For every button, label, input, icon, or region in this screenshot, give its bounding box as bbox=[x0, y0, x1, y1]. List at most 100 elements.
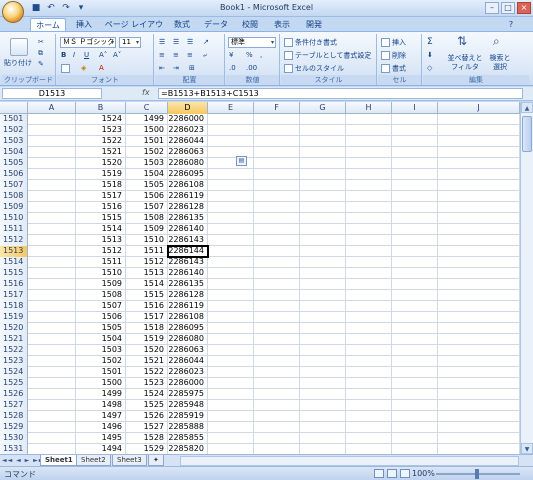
cell-j[interactable] bbox=[438, 202, 520, 213]
cell-b[interactable]: 1502 bbox=[76, 356, 126, 367]
column-header-d[interactable]: D bbox=[168, 102, 208, 114]
scroll-down-icon[interactable]: ▼ bbox=[521, 443, 533, 454]
cell-a[interactable] bbox=[28, 279, 76, 290]
cell-f[interactable] bbox=[254, 169, 300, 180]
cell-i[interactable] bbox=[392, 290, 438, 301]
number-format-select[interactable]: 標準 bbox=[228, 37, 276, 48]
underline-icon[interactable]: U bbox=[84, 51, 89, 60]
sort-filter-icon[interactable]: ⇅ bbox=[457, 35, 467, 47]
cell-i[interactable] bbox=[392, 367, 438, 378]
cell-d[interactable]: 2286000 bbox=[168, 378, 208, 389]
cell-d[interactable]: 2286108 bbox=[168, 180, 208, 191]
cell-f[interactable] bbox=[254, 290, 300, 301]
cell-e[interactable] bbox=[208, 356, 254, 367]
cell-h[interactable] bbox=[346, 356, 392, 367]
cell-d[interactable]: 2286023 bbox=[168, 125, 208, 136]
cell-e[interactable] bbox=[208, 367, 254, 378]
tab-insert[interactable]: 挿入 bbox=[70, 18, 98, 32]
cell-d[interactable]: 2286063 bbox=[168, 147, 208, 158]
cell-b[interactable]: 1503 bbox=[76, 345, 126, 356]
cell-c[interactable]: 1512 bbox=[126, 257, 168, 268]
cell-d[interactable]: 2286143 bbox=[168, 235, 208, 246]
cell-f[interactable] bbox=[254, 312, 300, 323]
zoom-slider-thumb[interactable] bbox=[475, 469, 479, 479]
cell-c[interactable]: 1509 bbox=[126, 224, 168, 235]
row-header[interactable]: 1504 bbox=[0, 147, 28, 158]
name-box[interactable]: D1513 bbox=[2, 88, 102, 99]
find-select-icon[interactable]: ⌕ bbox=[493, 35, 500, 47]
cell-c[interactable]: 1499 bbox=[126, 114, 168, 125]
cell-e[interactable] bbox=[208, 334, 254, 345]
cell-j[interactable] bbox=[438, 169, 520, 180]
cell-a[interactable] bbox=[28, 158, 76, 169]
cell-e[interactable] bbox=[208, 257, 254, 268]
cell-e[interactable] bbox=[208, 389, 254, 400]
cell-d[interactable]: 2285975 bbox=[168, 389, 208, 400]
conditional-format-button[interactable]: 条件付き書式 bbox=[284, 38, 337, 48]
tab-data[interactable]: データ bbox=[198, 18, 234, 32]
cell-a[interactable] bbox=[28, 334, 76, 345]
row-header[interactable]: 1520 bbox=[0, 323, 28, 334]
cell-c[interactable]: 1510 bbox=[126, 235, 168, 246]
cell-h[interactable] bbox=[346, 312, 392, 323]
align-left-icon[interactable]: ≡ bbox=[159, 51, 165, 60]
increase-decimal-icon[interactable]: .0 bbox=[229, 64, 236, 73]
row-header[interactable]: 1526 bbox=[0, 389, 28, 400]
cell-a[interactable] bbox=[28, 367, 76, 378]
cell-a[interactable] bbox=[28, 114, 76, 125]
cell-j[interactable] bbox=[438, 268, 520, 279]
row-header[interactable]: 1525 bbox=[0, 378, 28, 389]
cell-a[interactable] bbox=[28, 169, 76, 180]
column-header-j[interactable]: J bbox=[438, 102, 520, 114]
cell-d[interactable]: 2286095 bbox=[168, 169, 208, 180]
cell-e[interactable] bbox=[208, 136, 254, 147]
cell-e[interactable] bbox=[208, 180, 254, 191]
cell-d[interactable]: 2286128 bbox=[168, 290, 208, 301]
cell-h[interactable] bbox=[346, 136, 392, 147]
cell-b[interactable]: 1497 bbox=[76, 411, 126, 422]
cell-j[interactable] bbox=[438, 136, 520, 147]
cell-c[interactable]: 1528 bbox=[126, 433, 168, 444]
row-header[interactable]: 1528 bbox=[0, 411, 28, 422]
cell-d[interactable]: 2286128 bbox=[168, 202, 208, 213]
cell-h[interactable] bbox=[346, 213, 392, 224]
column-header-f[interactable]: F bbox=[254, 102, 300, 114]
minimize-icon[interactable]: – bbox=[485, 2, 499, 14]
cell-j[interactable] bbox=[438, 114, 520, 125]
cell-b[interactable]: 1511 bbox=[76, 257, 126, 268]
cell-c[interactable]: 1508 bbox=[126, 213, 168, 224]
cell-c[interactable]: 1507 bbox=[126, 202, 168, 213]
cell-c[interactable]: 1525 bbox=[126, 400, 168, 411]
cell-f[interactable] bbox=[254, 279, 300, 290]
merge-center-icon[interactable]: ⊞ bbox=[189, 64, 195, 73]
cell-g[interactable] bbox=[300, 235, 346, 246]
cell-f[interactable] bbox=[254, 180, 300, 191]
row-header[interactable]: 1529 bbox=[0, 422, 28, 433]
cell-a[interactable] bbox=[28, 323, 76, 334]
cell-h[interactable] bbox=[346, 411, 392, 422]
cell-h[interactable] bbox=[346, 444, 392, 454]
cell-j[interactable] bbox=[438, 411, 520, 422]
cell-f[interactable] bbox=[254, 411, 300, 422]
cell-i[interactable] bbox=[392, 312, 438, 323]
cell-e[interactable] bbox=[208, 147, 254, 158]
cell-d[interactable]: 2286044 bbox=[168, 356, 208, 367]
cell-a[interactable] bbox=[28, 224, 76, 235]
cell-g[interactable] bbox=[300, 301, 346, 312]
font-name-select[interactable]: ＭＳ Ｐゴシック bbox=[60, 37, 116, 48]
paste-options-icon[interactable]: ▤ bbox=[236, 156, 247, 166]
cell-i[interactable] bbox=[392, 224, 438, 235]
cell-g[interactable] bbox=[300, 114, 346, 125]
cell-h[interactable] bbox=[346, 378, 392, 389]
cell-c[interactable]: 1518 bbox=[126, 323, 168, 334]
cell-d[interactable]: 2286140 bbox=[168, 268, 208, 279]
sheet-tab-1[interactable]: Sheet1 bbox=[40, 455, 78, 466]
cell-d[interactable]: 2286023 bbox=[168, 367, 208, 378]
cell-j[interactable] bbox=[438, 180, 520, 191]
scroll-thumb[interactable] bbox=[522, 116, 532, 152]
cell-d[interactable]: 2285919 bbox=[168, 411, 208, 422]
row-header[interactable]: 1501 bbox=[0, 114, 28, 125]
decrease-decimal-icon[interactable]: .00 bbox=[246, 64, 257, 73]
cell-e[interactable] bbox=[208, 114, 254, 125]
cell-b[interactable]: 1523 bbox=[76, 125, 126, 136]
